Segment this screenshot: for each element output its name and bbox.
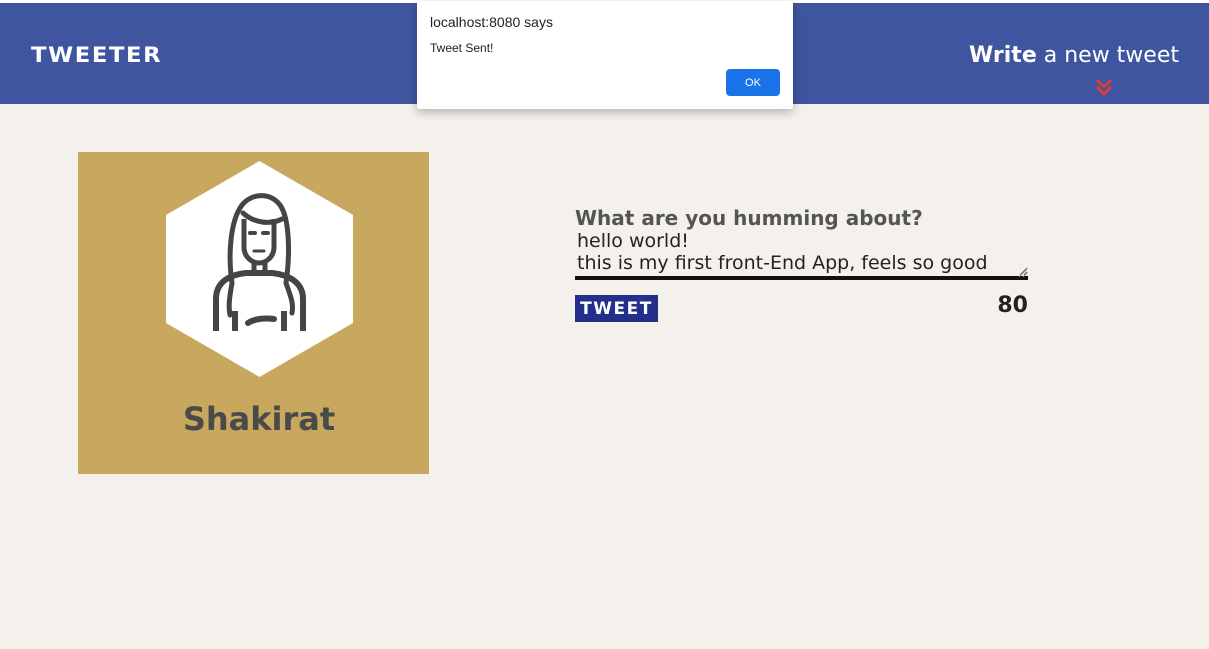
write-label: Write [969,43,1037,68]
alert-ok-button[interactable]: OK [726,69,780,96]
write-new-tweet-toggle[interactable]: Write a new tweet [969,43,1179,68]
tweet-textarea[interactable]: hello world! this is my first front-End … [575,228,1028,280]
profile-card: Shakirat [78,152,429,474]
tweet-submit-button[interactable]: TWEET [575,295,658,322]
resize-handle-icon[interactable] [1019,269,1027,277]
character-counter: 80 [997,293,1028,318]
alert-title: localhost:8080 says [430,14,553,30]
page: TWEETER Write a new tweet Shakirat What … [0,0,1209,649]
double-chevron-down-icon[interactable] [1096,79,1112,97]
alert-dialog: localhost:8080 says Tweet Sent! OK [417,1,793,109]
brand-logo[interactable]: TWEETER [31,43,162,67]
new-tweet-label: a new tweet [1036,43,1179,68]
profile-name: Shakirat [182,400,336,438]
user-avatar-icon [166,161,353,377]
alert-message: Tweet Sent! [430,41,494,55]
tweet-prompt-label: What are you humming about? [575,206,923,230]
